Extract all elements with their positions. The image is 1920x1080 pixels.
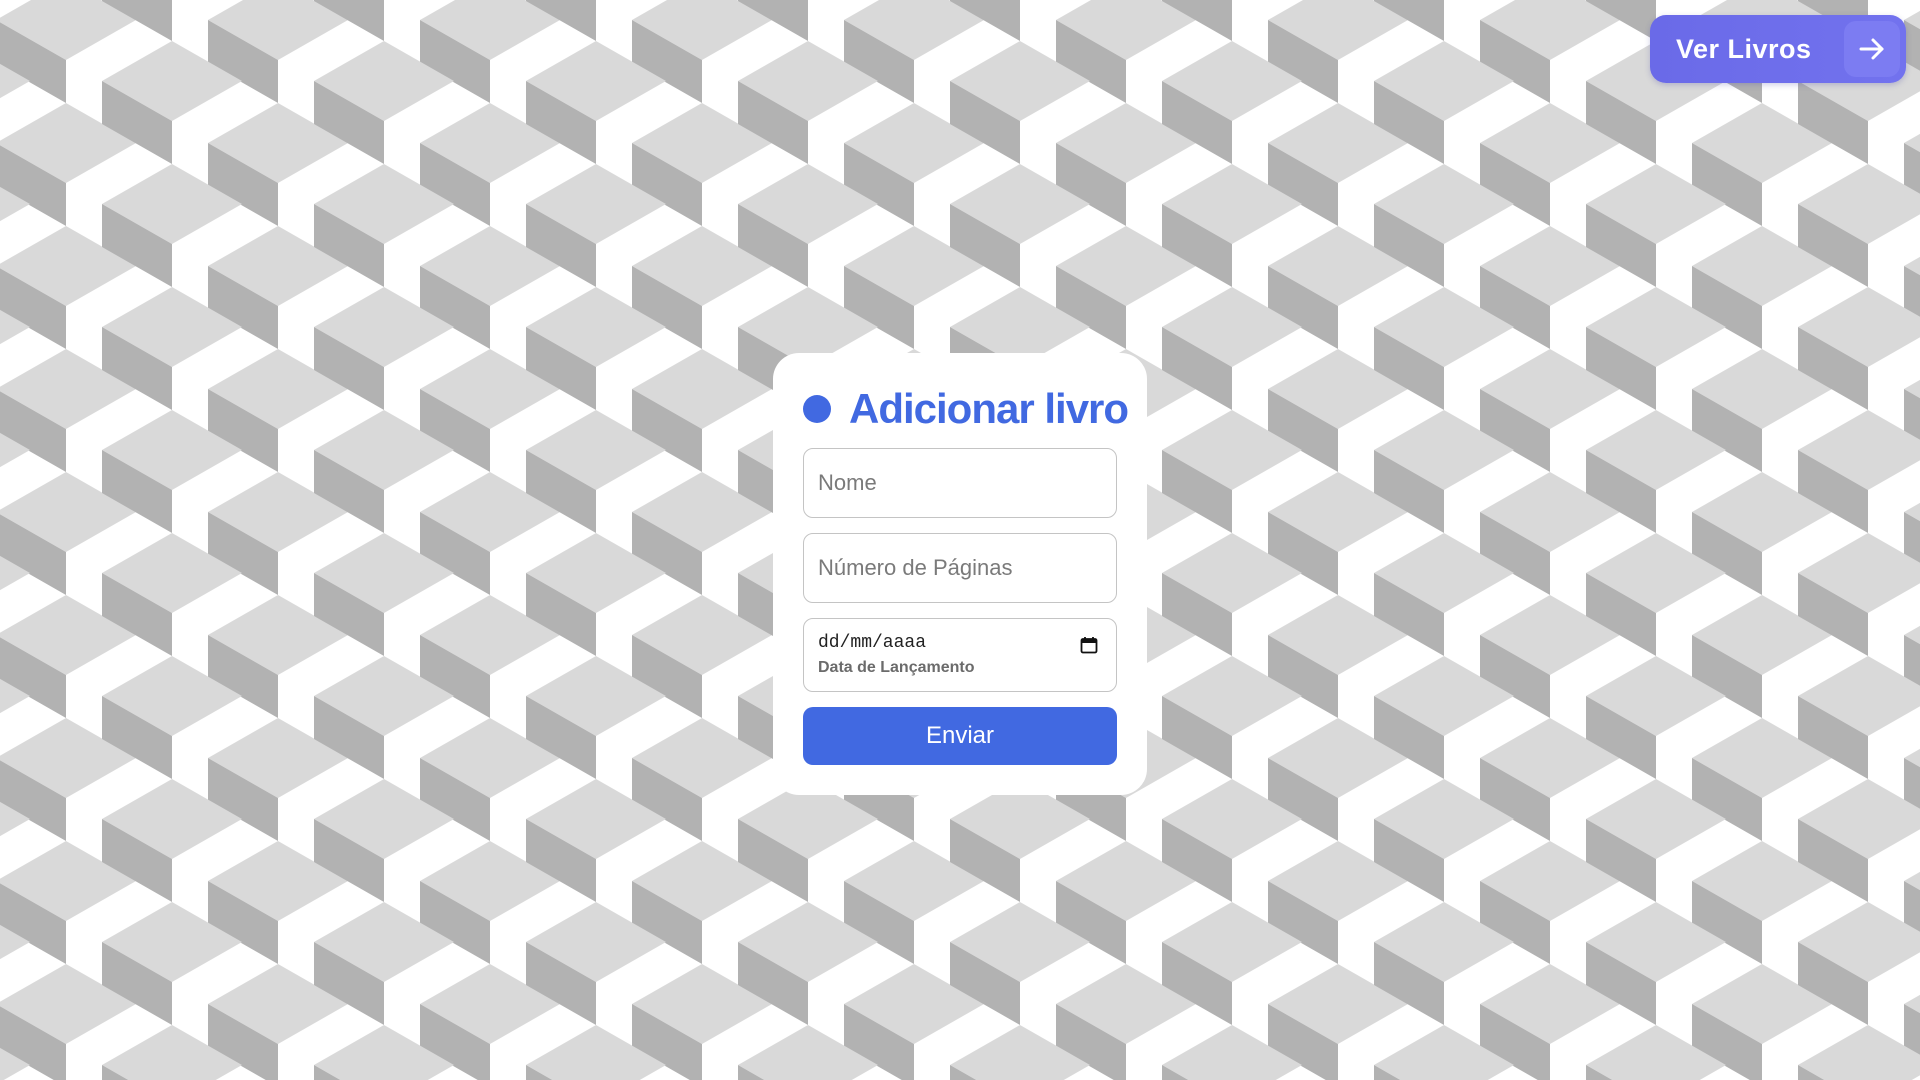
dot-icon xyxy=(803,395,831,423)
nome-input[interactable] xyxy=(803,448,1117,518)
numero-paginas-input[interactable] xyxy=(803,533,1117,603)
ver-livros-button[interactable]: Ver Livros xyxy=(1650,15,1906,83)
data-lancamento-label: Data de Lançamento xyxy=(818,659,975,676)
data-lancamento-field[interactable]: dd/mm/aaaa Data de Lançamento xyxy=(803,618,1117,692)
calendar-icon[interactable] xyxy=(1080,636,1098,654)
ver-livros-label: Ver Livros xyxy=(1676,33,1812,64)
page-title: Adicionar livro xyxy=(849,385,1129,432)
add-book-card: Adicionar livro dd/mm/aaaa Data de Lança… xyxy=(773,353,1147,795)
date-value[interactable]: dd/mm/aaaa xyxy=(818,631,1102,655)
enviar-button[interactable]: Enviar xyxy=(803,707,1117,765)
title-row: Adicionar livro xyxy=(803,383,1129,435)
arrow-right-icon xyxy=(1844,21,1900,77)
